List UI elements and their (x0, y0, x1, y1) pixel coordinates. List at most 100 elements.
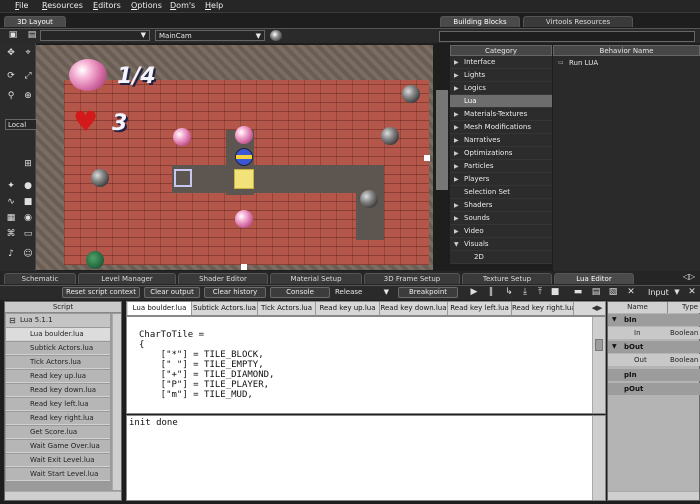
menu-doms[interactable]: Dom's (170, 1, 195, 10)
light-icon[interactable]: ✦ (5, 180, 17, 192)
category-item[interactable]: ▶ Narratives (450, 134, 552, 147)
tab-material-setup[interactable]: Material Setup (270, 273, 362, 284)
camera-select[interactable]: MainCam ▼ (155, 30, 265, 41)
params-type-header[interactable]: Type (668, 302, 700, 313)
close-icon[interactable]: ✕ (686, 286, 698, 298)
script-item[interactable]: Subtick Actors.lua (6, 342, 110, 355)
tab-virtools-resources[interactable]: Virtools Resources (523, 16, 633, 27)
param-group-bout[interactable]: ▼ bOut (608, 341, 700, 353)
grid-icon[interactable]: ⊞ (22, 158, 34, 170)
bb-search-field[interactable] (439, 31, 695, 42)
select-icon[interactable]: ⌖ (22, 47, 34, 59)
file-tab[interactable]: Lua boulder.lua (128, 302, 192, 315)
script-item[interactable]: Get Score.lua (6, 426, 110, 439)
code-scroll-thumb[interactable] (595, 339, 603, 351)
node-icon[interactable]: ⌘ (5, 228, 17, 240)
save-all-icon[interactable]: ▤ (590, 286, 602, 298)
script-list-scrollbar[interactable] (112, 314, 121, 490)
menu-resources[interactable]: Resources (42, 1, 83, 10)
code-scrollbar[interactable] (592, 317, 605, 413)
scale-icon[interactable]: ⤢ (22, 70, 34, 82)
viewport-scrollbar[interactable] (436, 90, 448, 190)
reset-script-context-button[interactable]: Reset script context (62, 287, 140, 298)
param-group-pin[interactable]: pIn (608, 369, 700, 381)
category-item[interactable]: ▶ Interface (450, 56, 552, 69)
play-icon[interactable]: ▶ (469, 286, 479, 298)
category-item[interactable]: ▼ Visuals (450, 238, 552, 251)
menu-editors[interactable]: Editors (93, 1, 121, 10)
param-out[interactable]: Out Boolean (608, 354, 700, 366)
tab-texture-setup[interactable]: Texture Setup (462, 273, 552, 284)
menu-file[interactable]: File (15, 1, 28, 10)
file-tab[interactable]: Tick Actors.lua (258, 302, 316, 315)
behavior-item-run-lua[interactable]: ▭ Run LUA (555, 57, 700, 69)
move-icon[interactable]: ✥ (5, 47, 17, 59)
output-scrollbar[interactable] (592, 416, 605, 500)
script-root[interactable]: ⊟ Lua 5.1.1 (6, 314, 110, 327)
sphere-icon[interactable]: ◉ (22, 212, 34, 224)
tab-shader-editor[interactable]: Shader Editor (178, 273, 268, 284)
rotate-icon[interactable]: ⟳ (5, 70, 17, 82)
script-item[interactable]: Wait Exit Level.lua (6, 454, 110, 467)
sound-icon[interactable]: ♪ (5, 248, 17, 260)
clear-history-button[interactable]: Clear history (204, 287, 266, 298)
category-item[interactable]: ▶ Mesh Modifications (450, 121, 552, 134)
character-icon[interactable]: ☺ (22, 248, 34, 260)
category-item[interactable]: ▶ Shaders (450, 199, 552, 212)
tab-lua-editor[interactable]: Lua Editor (554, 273, 634, 284)
script-item[interactable]: Wait Game Over.lua (6, 440, 110, 453)
category-item[interactable]: ▶ Video (450, 225, 552, 238)
script-list-hscrollbar[interactable] (5, 491, 121, 500)
camera-icon[interactable]: ▣ (7, 29, 19, 41)
file-icon[interactable]: ▤ (26, 29, 38, 41)
category-item[interactable]: ▶ Players (450, 173, 552, 186)
box-icon[interactable]: ■ (22, 196, 34, 208)
object-select[interactable]: ▼ (40, 30, 150, 41)
script-item[interactable]: Read key right.lua (6, 412, 110, 425)
portal-icon[interactable]: ▦ (5, 212, 17, 224)
category-item[interactable]: ▶ Sounds (450, 212, 552, 225)
param-group-bin[interactable]: ▼ bIn (608, 314, 700, 326)
params-name-header[interactable]: Name (608, 302, 668, 313)
build-config-select[interactable]: Release ▼ (333, 287, 393, 298)
point-icon[interactable]: ● (22, 180, 34, 192)
tab-level-manager[interactable]: Level Manager (78, 273, 176, 284)
file-tab[interactable]: Read key up.lua (316, 302, 380, 315)
menu-options[interactable]: Options (131, 1, 162, 10)
input-dropdown-icon[interactable]: ▼ (672, 286, 682, 298)
handle[interactable] (241, 264, 247, 270)
script-item[interactable]: Read key up.lua (6, 370, 110, 383)
link-icon[interactable]: ⚲ (5, 90, 17, 102)
file-tab[interactable]: Read key left.lua (448, 302, 512, 315)
collapse-icon[interactable]: ⊟ (9, 314, 16, 327)
script-header[interactable]: Script (5, 302, 121, 313)
stop-icon[interactable]: ■ (550, 286, 560, 298)
curve-icon[interactable]: ∿ (5, 196, 17, 208)
category-item[interactable]: ▶ Particles (450, 160, 552, 173)
behavior-name-header[interactable]: Behavior Name (553, 45, 700, 56)
tab-scroll-icon[interactable]: ◁▷ (682, 271, 696, 283)
script-item[interactable]: Wait Start Level.lua (6, 468, 110, 481)
category-item[interactable]: Lua (450, 95, 552, 108)
clear-output-button[interactable]: Clear output (144, 287, 200, 298)
breakpoint-button[interactable]: Breakpoint (398, 287, 458, 298)
tab-3d-frame-setup[interactable]: 3D Frame Setup (364, 273, 460, 284)
step-into-icon[interactable]: ⤓ (519, 286, 531, 298)
category-item[interactable]: 2D (450, 251, 552, 264)
file-tab[interactable]: Read key down.lua (380, 302, 448, 315)
frame-icon[interactable]: ▭ (22, 228, 34, 240)
params-hscrollbar[interactable] (608, 491, 699, 500)
tab-building-blocks[interactable]: Building Blocks (440, 16, 520, 27)
category-item[interactable]: ▶ Logics (450, 82, 552, 95)
script-item[interactable]: Tick Actors.lua (6, 356, 110, 369)
step-out-icon[interactable]: ⤒ (534, 286, 546, 298)
category-item[interactable]: Selection Set (450, 186, 552, 199)
param-in[interactable]: In Boolean (608, 327, 700, 339)
render-sphere-icon[interactable] (270, 30, 282, 41)
category-item[interactable]: ▶ Materials-Textures (450, 108, 552, 121)
3d-viewport[interactable]: 1/4 ♥ 3 (36, 45, 433, 270)
output-console[interactable] (126, 415, 606, 501)
tab-schematic[interactable]: Schematic (4, 273, 76, 284)
script-item[interactable]: Read key down.lua (6, 384, 110, 397)
file-tab[interactable]: Read key right.lua (512, 302, 574, 315)
